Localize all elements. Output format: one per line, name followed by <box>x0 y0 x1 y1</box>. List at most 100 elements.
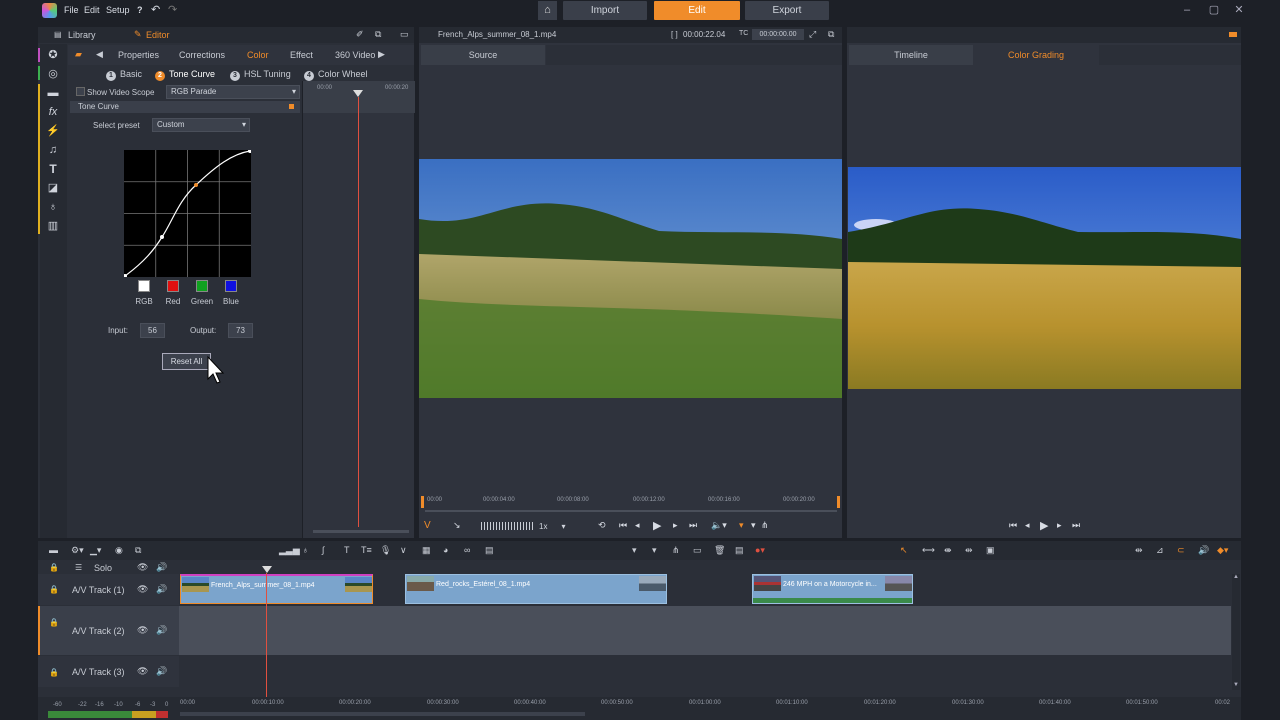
library-tab-icon[interactable]: ▤ <box>54 30 62 39</box>
tab-left-arrow-icon[interactable]: ◀ <box>96 49 103 60</box>
timeline-playhead-icon[interactable] <box>262 566 272 573</box>
overwrite-mode-icon[interactable]: ◆▾ <box>1217 545 1228 556</box>
go-end-icon[interactable]: ⏭ <box>689 520 697 531</box>
step-back-icon[interactable]: ◂ <box>635 520 640 531</box>
menu-help[interactable]: ? <box>137 5 143 15</box>
import-button[interactable]: Import <box>563 1 647 20</box>
preview-video-frame[interactable] <box>848 167 1241 389</box>
title-edit-icon[interactable]: T≡ <box>361 545 372 555</box>
music-icon[interactable]: ♫ <box>46 143 60 157</box>
clip-red-rocks[interactable]: Red_rocks_Estérel_08_1.mp4 <box>405 574 667 604</box>
tone-curve-section-header[interactable]: Tone Curve <box>70 101 300 113</box>
channel-red-swatch[interactable] <box>167 280 179 292</box>
input-field[interactable]: 56 <box>140 323 165 338</box>
stretch-tool-icon[interactable]: ▣ <box>986 545 995 556</box>
timecode-field[interactable]: 00:00:00.00 <box>752 29 804 40</box>
speaker-icon[interactable]: 🔊 <box>156 625 167 636</box>
subtab-tone-curve[interactable]: 2 Tone Curve <box>155 69 215 81</box>
subtab-color-wheel[interactable]: 4 Color Wheel <box>304 69 368 81</box>
detach-icon[interactable]: ⧉ <box>375 29 381 40</box>
jog-icon[interactable]: ↘ <box>453 520 461 531</box>
clip-motorcycle[interactable]: 246 MPH on a Motorcycle in... <box>752 574 913 604</box>
volume-icon[interactable]: 🔈▾ <box>711 520 727 531</box>
color-icon[interactable]: ◕ <box>443 545 448 555</box>
tab-color[interactable]: Color <box>247 50 269 60</box>
mark-out-icon[interactable]: ▾ <box>751 520 756 531</box>
magnet-icon[interactable]: ⊿ <box>1156 545 1164 556</box>
fullscreen-icon[interactable]: ⤢ <box>809 29 816 40</box>
step-forward-icon[interactable]: ▸ <box>673 520 678 531</box>
fx-icon[interactable]: fx <box>46 105 60 119</box>
home-button[interactable]: ⌂ <box>538 1 557 20</box>
source-video-frame[interactable] <box>419 159 842 398</box>
loop-icon[interactable]: ⟲ <box>598 520 606 531</box>
source-ruler[interactable]: 00:00 00:00:04:00 00:00:08:00 00:00:12:0… <box>421 494 840 512</box>
undo-icon[interactable]: ↶ <box>151 3 160 16</box>
split-screen-icon[interactable]: ▦ <box>422 545 431 556</box>
marker-icon[interactable]: ▾ <box>632 545 637 556</box>
tab-effect[interactable]: Effect <box>290 50 313 60</box>
media-icon[interactable]: ✪ <box>46 48 60 62</box>
montage-icon[interactable]: ◪ <box>46 181 60 195</box>
split-icon[interactable]: ⋔ <box>761 520 769 531</box>
lock-icon[interactable]: 🔒 <box>49 585 59 594</box>
visibility-icon[interactable]: 👁 <box>137 584 148 595</box>
redo-icon[interactable]: ↷ <box>168 3 177 16</box>
transition-icon[interactable]: ⚡ <box>46 124 60 138</box>
minimize-icon[interactable]: – <box>1180 3 1194 17</box>
visibility-icon[interactable]: 👁 <box>137 666 148 677</box>
channel-green-swatch[interactable] <box>196 280 208 292</box>
subtab-basic[interactable]: 1 Basic <box>106 69 142 81</box>
speaker-icon[interactable]: 🔊 <box>156 562 167 573</box>
record-icon[interactable]: ●▾ <box>755 545 765 556</box>
menu-setup[interactable]: Setup <box>106 5 130 15</box>
title-icon[interactable]: T <box>46 162 60 176</box>
maximize-icon[interactable]: ▢ <box>1207 3 1221 17</box>
timeline-settings-icon[interactable]: ⚙▾ <box>71 545 84 556</box>
lock-icon[interactable]: 🔒 <box>49 563 59 572</box>
snapshot-icon[interactable]: ▭ <box>693 545 702 556</box>
tab-corrections[interactable]: Corrections <box>179 50 225 60</box>
shuttle-control[interactable] <box>481 522 533 530</box>
delete-icon[interactable]: 🗑 <box>714 545 725 556</box>
panel-layout-icon[interactable]: ▭ <box>400 29 409 40</box>
audio-scrub-icon[interactable]: 🔊 <box>1198 545 1209 556</box>
tab-source[interactable]: Source <box>421 45 545 65</box>
video-scope-select[interactable]: RGB Parade ▾ <box>166 85 300 99</box>
speaker-icon[interactable]: 🔊 <box>156 584 167 595</box>
zoom-fit-icon[interactable]: ⇹ <box>1135 545 1143 556</box>
track-header-3[interactable]: 🔒 A/V Track (3) 👁 🔊 <box>38 656 179 687</box>
lock-icon[interactable]: 🔒 <box>49 618 59 627</box>
voiceover-icon[interactable]: 🎙 <box>380 545 391 556</box>
subtab-hsl-tuning[interactable]: 3 HSL Tuning <box>230 69 291 81</box>
go-start-icon[interactable]: ⏮ <box>1009 520 1017 531</box>
editor-tab-icon[interactable]: ✎ <box>134 29 142 40</box>
section-toggle-icon[interactable] <box>289 104 294 109</box>
speed-select[interactable]: 1x ▾ <box>539 521 577 533</box>
link-icon[interactable]: ∞ <box>464 545 470 555</box>
razor-icon[interactable]: ⋔ <box>672 545 680 556</box>
solo-list-icon[interactable]: ☰ <box>75 563 82 572</box>
in-marker[interactable] <box>421 496 424 508</box>
lock-icon[interactable]: 🔒 <box>49 668 59 677</box>
editor-tab[interactable]: Editor <box>146 30 170 40</box>
go-start-icon[interactable]: ⏮ <box>619 520 627 531</box>
output-field[interactable]: 73 <box>228 323 253 338</box>
paint-icon[interactable]: ♁ <box>46 200 60 214</box>
close-icon[interactable]: ✕ <box>1232 3 1246 17</box>
slip-tool-icon[interactable]: ⇹ <box>965 545 973 556</box>
preset-select[interactable]: Custom ▾ <box>152 118 250 132</box>
v-icon[interactable]: V <box>424 520 431 531</box>
edit-button[interactable]: Edit <box>654 1 740 20</box>
selection-tool-icon[interactable]: ↖ <box>900 545 908 556</box>
copy-icon[interactable]: ⧉ <box>135 545 141 556</box>
tab-right-arrow-icon[interactable]: ▶ <box>378 49 385 60</box>
smart-icon[interactable]: ◉ <box>115 545 123 556</box>
export-frame-icon[interactable]: ▤ <box>485 545 494 556</box>
timeline-horizontal-scrollbar[interactable] <box>180 712 585 716</box>
show-video-scope-checkbox[interactable] <box>76 87 85 96</box>
mark-in-icon[interactable]: ▾ <box>739 520 744 531</box>
detach-icon[interactable]: ⧉ <box>828 29 834 40</box>
speaker-icon[interactable]: 🔊 <box>156 666 167 677</box>
scorefitter-icon[interactable]: ∫ <box>322 545 324 555</box>
